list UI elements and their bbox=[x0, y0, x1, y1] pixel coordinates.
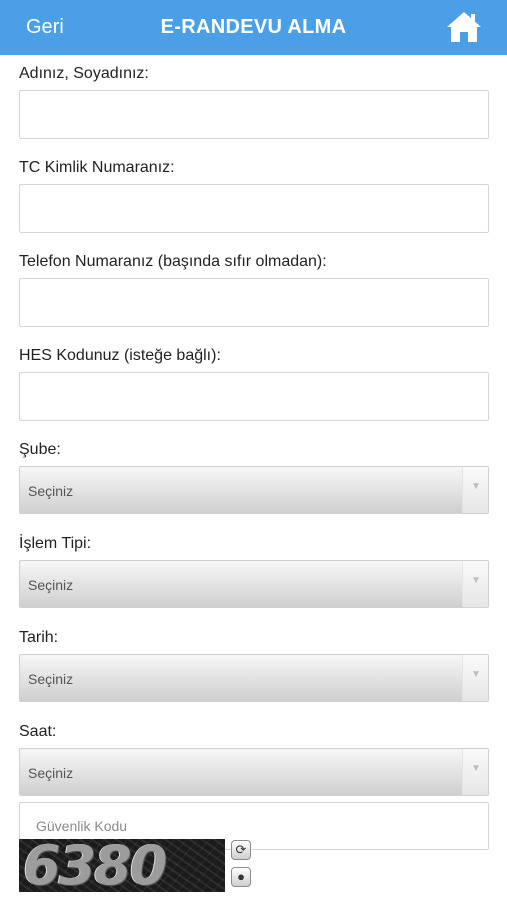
page-title: E-RANDEVU ALMA bbox=[160, 16, 347, 38]
captcha-row: 6380 ⟳ ● bbox=[19, 837, 489, 893]
refresh-icon[interactable]: ⟳ bbox=[231, 840, 251, 860]
time-label: Saat: bbox=[19, 723, 57, 740]
branch-select[interactable]: Seçiniz ▼ bbox=[19, 466, 489, 514]
phone-label: Telefon Numaranız (başında sıfır olmadan… bbox=[19, 253, 327, 270]
appointment-form: Adınız, Soyadınız: TC Kimlik Numaranız: … bbox=[19, 55, 489, 850]
app-header: Geri E-RANDEVU ALMA bbox=[0, 0, 507, 55]
captcha-image: 6380 bbox=[19, 839, 225, 892]
time-select[interactable]: Seçiniz ▼ bbox=[19, 748, 489, 796]
hes-input[interactable] bbox=[19, 372, 489, 421]
chevron-down-icon: ▼ bbox=[471, 575, 481, 586]
date-select[interactable]: Seçiniz ▼ bbox=[19, 654, 489, 702]
home-icon[interactable] bbox=[446, 10, 482, 44]
tc-label: TC Kimlik Numaranız: bbox=[19, 159, 175, 176]
captcha-code: 6380 bbox=[23, 839, 167, 892]
process-label: İşlem Tipi: bbox=[19, 535, 92, 552]
name-input[interactable] bbox=[19, 90, 489, 139]
chevron-down-icon: ▼ bbox=[471, 669, 481, 680]
date-select-value: Seçiniz bbox=[28, 671, 74, 687]
hes-label: HES Kodunuz (isteğe bağlı): bbox=[19, 347, 221, 364]
branch-label: Şube: bbox=[19, 441, 61, 458]
name-label: Adınız, Soyadınız: bbox=[19, 65, 149, 82]
phone-input[interactable] bbox=[19, 278, 489, 327]
tc-input[interactable] bbox=[19, 184, 489, 233]
process-select-value: Seçiniz bbox=[28, 577, 74, 593]
date-label: Tarih: bbox=[19, 629, 59, 646]
chevron-down-icon: ▼ bbox=[471, 763, 481, 774]
process-select[interactable]: Seçiniz ▼ bbox=[19, 560, 489, 608]
time-select-value: Seçiniz bbox=[28, 765, 74, 781]
chevron-down-icon: ▼ bbox=[471, 481, 481, 492]
audio-icon[interactable]: ● bbox=[231, 867, 251, 887]
branch-select-value: Seçiniz bbox=[28, 483, 74, 499]
